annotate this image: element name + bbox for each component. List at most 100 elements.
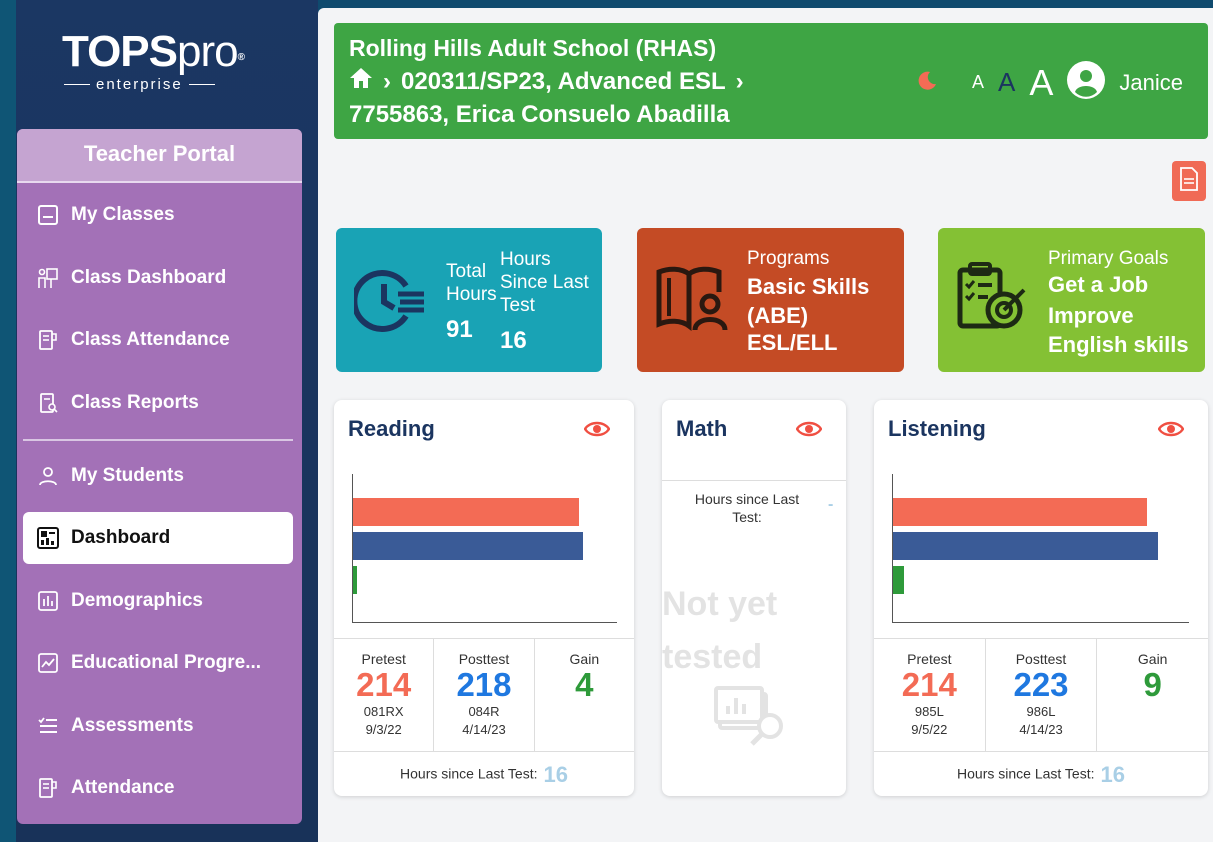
math-divider — [662, 480, 846, 481]
breadcrumb-separator: › — [383, 67, 391, 95]
checklist-icon — [35, 713, 61, 739]
listening-card: Listening Pretest 214 985L 9/5/22 Postte… — [874, 400, 1208, 796]
sidebar: TOPSpro® enterprise Teacher Portal My Cl… — [0, 0, 318, 842]
posttest-bar — [893, 532, 1158, 560]
hours-card: Total Hours 91 Hours Since Last Test 16 — [336, 228, 602, 372]
nav-label: Class Attendance — [71, 329, 230, 350]
tops-pro-logo: TOPSpro® enterprise — [62, 27, 262, 94]
student-banner: Rolling Hills Adult School (RHAS) › 0203… — [334, 23, 1208, 139]
nav-label: Dashboard — [71, 527, 171, 548]
nav-attendance[interactable]: Attendance — [23, 762, 293, 814]
nav-assessments[interactable]: Assessments — [23, 700, 293, 752]
report-icon — [35, 390, 61, 416]
nav-label: Class Dashboard — [71, 267, 227, 288]
breadcrumb: › 020311/SP23, Advanced ESL › — [349, 67, 744, 96]
program-esl: ESL/ELL — [747, 330, 838, 355]
font-size-medium-button[interactable]: A — [998, 67, 1015, 98]
listening-bar-chart — [892, 474, 1189, 623]
user-name[interactable]: Janice — [1119, 70, 1183, 96]
logo-brand-main: TOPS — [62, 27, 178, 76]
gain-label: Gain — [569, 651, 600, 667]
posttest-score: 218 — [456, 666, 512, 703]
main-content: Rolling Hills Adult School (RHAS) › 0203… — [318, 8, 1213, 842]
listening-scores: Pretest 214 985L 9/5/22 Posttest 223 986… — [874, 638, 1208, 752]
nav-class-attendance[interactable]: Class Attendance — [23, 314, 293, 366]
posttest-score: 223 — [1013, 666, 1069, 703]
teacher-portal-menu: Teacher Portal My Classes Class Dashboar… — [17, 129, 302, 824]
goals-target-icon — [956, 262, 1030, 341]
banner-tools: A A A Janice — [916, 61, 1183, 104]
posttest-date: 4/14/23 — [1019, 722, 1063, 737]
posttest-bar — [353, 532, 583, 560]
nav-label: My Students — [71, 465, 184, 486]
nav-class-dashboard[interactable]: Class Dashboard — [23, 252, 293, 304]
chart-icon — [35, 588, 61, 614]
nav-dashboard[interactable]: Dashboard — [23, 512, 293, 564]
posttest-form: 084R — [468, 704, 500, 719]
goals-label: Primary Goals — [1048, 248, 1169, 269]
nav-label: Educational Progre... — [71, 652, 262, 673]
posttest-cell: Posttest 218 084R 4/14/23 — [434, 639, 535, 751]
breadcrumb-class[interactable]: 020311/SP23, Advanced ESL — [401, 68, 726, 96]
attendance-icon — [35, 775, 61, 801]
gain-score: 9 — [1143, 666, 1162, 703]
programs-label: Programs — [747, 248, 830, 269]
nav-class-reports[interactable]: Class Reports — [23, 377, 293, 429]
math-hours-label: Hours since Last Test: — [694, 491, 800, 525]
total-hours-value: 91 — [446, 316, 473, 343]
listening-hours-since: Hours since Last Test: 16 — [874, 762, 1208, 788]
pretest-label: Pretest — [361, 651, 406, 667]
nav-my-students[interactable]: My Students — [23, 450, 293, 502]
reading-hours-since: Hours since Last Test: 16 — [334, 762, 634, 788]
hours-since-value: 16 — [500, 327, 527, 354]
pdf-export-button[interactable] — [1172, 161, 1206, 201]
posttest-label: Posttest — [458, 651, 510, 667]
math-hours-value: - — [828, 496, 834, 513]
goal-improve-english: Improve English skills — [1048, 303, 1189, 357]
nav-my-classes[interactable]: My Classes — [23, 189, 293, 241]
gain-label: Gain — [1137, 651, 1168, 667]
pretest-form: 081RX — [363, 704, 404, 719]
posttest-form: 986L — [1026, 704, 1056, 719]
user-icon — [35, 463, 61, 489]
font-size-small-button[interactable]: A — [972, 72, 984, 93]
dark-mode-icon[interactable] — [916, 69, 938, 96]
goals-card: Primary Goals Get a Job Improve English … — [938, 228, 1205, 372]
hours-since-value: 16 — [1100, 762, 1125, 787]
pretest-label: Pretest — [907, 651, 952, 667]
math-card: Math Hours since Last Test: - Not yet te… — [662, 400, 846, 796]
eye-icon[interactable] — [795, 420, 823, 443]
reading-card: Reading Pretest 214 081RX 9/3/22 Posttes… — [334, 400, 634, 796]
pretest-cell: Pretest 214 985L 9/5/22 — [874, 639, 986, 751]
pretest-form: 985L — [914, 704, 944, 719]
hours-since-label: Hours Since Last Test — [500, 249, 589, 316]
gain-bar — [353, 566, 357, 594]
gain-cell: Gain 9 — [1097, 639, 1208, 751]
pretest-bar — [353, 498, 579, 526]
pretest-date: 9/5/22 — [911, 722, 948, 737]
posttest-label: Posttest — [1015, 651, 1067, 667]
nav-educational-progress[interactable]: Educational Progre... — [23, 637, 293, 689]
eye-icon[interactable] — [1157, 420, 1185, 443]
progress-icon — [35, 650, 61, 676]
gain-bar — [893, 566, 904, 594]
home-icon[interactable] — [349, 67, 373, 96]
book-reader-icon — [655, 264, 729, 339]
posttest-cell: Posttest 223 986L 4/14/23 — [986, 639, 1098, 751]
hours-since-value: 16 — [543, 762, 568, 787]
reading-bar-chart — [352, 474, 617, 623]
hours-since-label: Hours since Last Test: — [957, 765, 1095, 782]
eye-icon[interactable] — [583, 420, 611, 443]
dashboard-icon — [35, 525, 61, 551]
listening-title: Listening — [888, 416, 986, 441]
font-size-large-button[interactable]: A — [1029, 62, 1053, 104]
goal-get-job: Get a Job — [1048, 272, 1149, 297]
reading-scores: Pretest 214 081RX 9/3/22 Posttest 218 08… — [334, 638, 634, 752]
pdf-icon — [1179, 166, 1199, 196]
nav-label: Assessments — [71, 715, 194, 736]
nav-demographics[interactable]: Demographics — [23, 575, 293, 627]
breadcrumb-separator: › — [735, 67, 744, 95]
avatar-icon[interactable] — [1067, 61, 1106, 104]
school-name: Rolling Hills Adult School (RHAS) — [349, 35, 717, 61]
pretest-date: 9/3/22 — [365, 722, 402, 737]
